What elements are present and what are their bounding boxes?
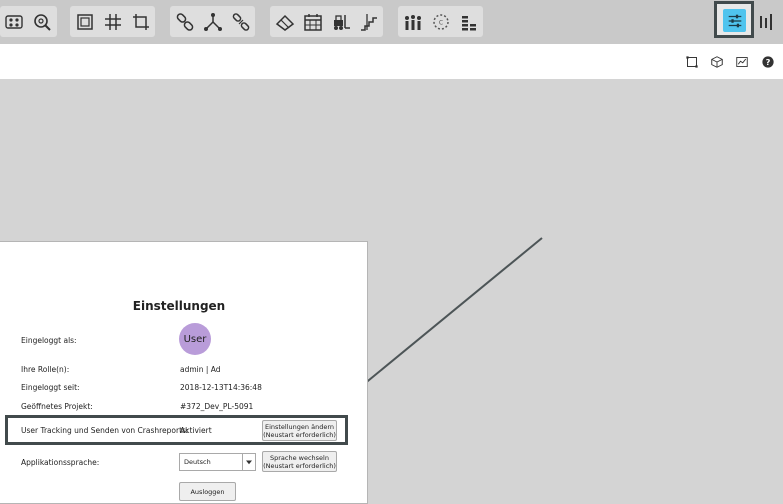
crop-icon[interactable] <box>127 6 155 37</box>
change-language-line1: Sprache wechseln <box>270 453 329 462</box>
rectangle-select-icon[interactable] <box>684 54 700 70</box>
cube-icon[interactable] <box>709 54 725 70</box>
vertical-bars-icon[interactable] <box>756 6 776 37</box>
logged-in-since-value: 2018-12-13T14:36:48 <box>180 383 262 392</box>
team-icon[interactable] <box>399 6 427 37</box>
open-project-label: Geöffnetes Projekt: <box>21 402 93 411</box>
frame-icon[interactable] <box>71 6 99 37</box>
open-project-value: #372_Dev_PL-5091 <box>180 402 254 411</box>
toolbar-group-2 <box>70 6 155 37</box>
coin-stack-icon[interactable] <box>455 6 483 37</box>
change-language-button[interactable]: Sprache wechseln (Neustart erforderlich) <box>262 451 337 472</box>
svg-text:?: ? <box>766 57 771 67</box>
settings-highlight <box>714 1 754 38</box>
zoom-search-icon[interactable] <box>28 6 56 37</box>
toolbar-group-4 <box>270 6 383 37</box>
roles-label: Ihre Rolle(n): <box>21 365 70 374</box>
avatar-text: User <box>183 333 207 345</box>
language-label: Applikationssprache: <box>21 458 100 467</box>
toolbar-group-5: C <box>398 6 483 37</box>
chart-icon[interactable] <box>734 54 750 70</box>
eraser-icon[interactable] <box>271 6 299 37</box>
stairs-icon[interactable] <box>355 6 383 37</box>
network-nodes-icon[interactable] <box>0 6 28 37</box>
toolbar-group-1 <box>0 6 57 37</box>
help-icon[interactable]: ? <box>760 54 776 70</box>
main-toolbar: C <box>0 0 783 44</box>
chain-break-icon[interactable] <box>227 6 255 37</box>
chevron-down-icon <box>242 454 255 470</box>
svg-text:C: C <box>439 19 443 26</box>
grid-icon[interactable] <box>99 6 127 37</box>
logged-in-since-label: Eingeloggt seit: <box>21 383 80 392</box>
dotted-circle-icon[interactable]: C <box>427 6 455 37</box>
change-settings-button[interactable]: Einstellungen ändern (Neustart erforderl… <box>262 420 337 441</box>
settings-title: Einstellungen <box>132 299 226 313</box>
logout-label: Ausloggen <box>190 487 225 496</box>
tree-icon[interactable] <box>199 6 227 37</box>
change-settings-line2: (Neustart erforderlich) <box>263 430 336 439</box>
language-select-value: Deutsch <box>184 458 211 466</box>
tracking-value: Aktiviert <box>180 426 212 435</box>
calendar-table-icon[interactable] <box>299 6 327 37</box>
change-settings-line1: Einstellungen ändern <box>264 422 335 431</box>
chain-link-icon[interactable] <box>171 6 199 37</box>
language-select[interactable]: Deutsch <box>179 453 256 471</box>
logout-button[interactable]: Ausloggen <box>179 482 236 501</box>
forklift-icon[interactable] <box>327 6 355 37</box>
tracking-label: User Tracking und Senden von Crashreport… <box>21 426 189 435</box>
secondary-toolbar: ? <box>0 44 783 79</box>
roles-value: admin | Ad <box>180 365 221 374</box>
toolbar-group-3 <box>170 6 255 37</box>
sliders-icon[interactable] <box>723 9 746 32</box>
avatar: User <box>179 323 211 355</box>
change-language-line2: (Neustart erforderlich) <box>263 461 336 470</box>
logged-in-label: Eingeloggt als: <box>21 336 77 345</box>
settings-panel: Einstellungen Eingeloggt als: User Ihre … <box>0 241 368 504</box>
